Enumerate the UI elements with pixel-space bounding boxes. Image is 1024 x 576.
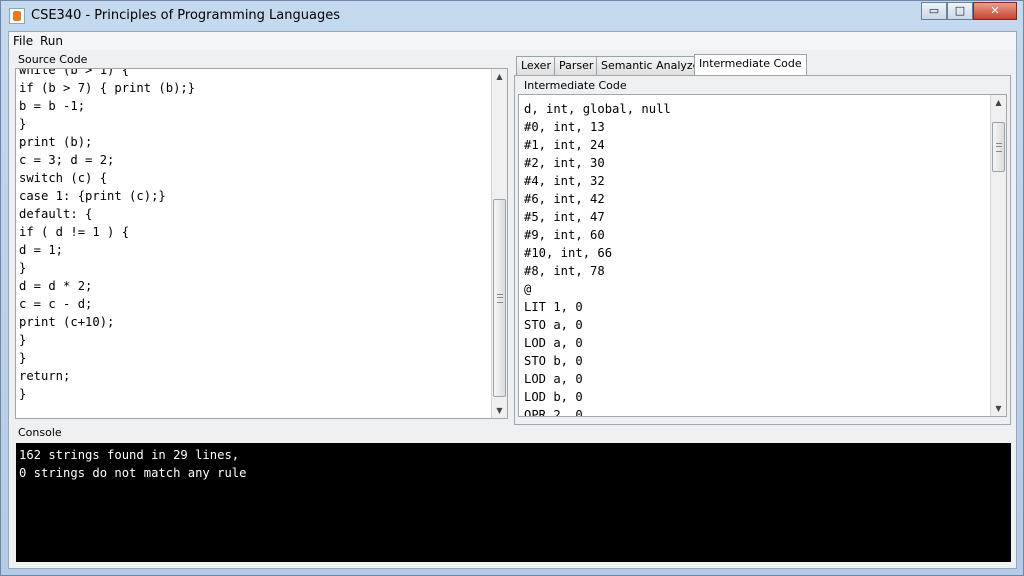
scroll-up-icon[interactable]: ▲ <box>991 95 1006 110</box>
close-icon[interactable]: ✕ <box>973 2 1017 20</box>
menu-bar: File Run <box>9 32 1016 50</box>
code-line: STO a, 0 <box>524 318 583 332</box>
source-scrollbar[interactable]: ▲ ▼ <box>491 69 507 418</box>
code-line: c = c - d; <box>19 297 93 311</box>
code-line: d = 1; <box>19 243 64 257</box>
code-line: return; <box>19 369 71 383</box>
maximize-icon[interactable]: □ <box>947 2 973 20</box>
tab-intermediate-code[interactable]: Intermediate Code <box>694 54 807 75</box>
title-bar[interactable]: CSE340 - Principles of Programming Langu… <box>1 1 1023 31</box>
scroll-down-icon[interactable]: ▼ <box>991 401 1006 416</box>
intermediate-scrollbar[interactable]: ▲ ▼ <box>990 95 1006 416</box>
code-line: LOD a, 0 <box>524 372 583 386</box>
code-line: } <box>19 333 27 347</box>
code-line: LOD b, 0 <box>524 390 583 404</box>
code-line: } <box>19 351 27 365</box>
code-line: @ <box>524 282 532 296</box>
code-line: d = d * 2; <box>19 279 93 293</box>
menu-file[interactable]: File <box>13 34 33 48</box>
tab-strip: Lexer Parser Semantic Analyzer Intermedi… <box>515 54 1011 76</box>
scroll-down-icon[interactable]: ▼ <box>492 403 507 418</box>
code-line: if (b > 7) { print (b);} <box>19 81 196 95</box>
code-line: OPR 2, 0 <box>524 408 583 417</box>
code-line: case 1: {print (c);} <box>19 189 166 203</box>
code-line: #10, int, 66 <box>524 246 613 260</box>
intermediate-code-view[interactable]: d, int, global, null #0, int, 13 #1, int, … <box>518 94 1007 417</box>
scroll-thumb[interactable] <box>992 122 1005 172</box>
code-line: 162 strings found in 29 lines, <box>19 448 240 462</box>
code-line: switch (c) { <box>19 171 108 185</box>
code-line: STO b, 0 <box>524 354 583 368</box>
client-area: File Run Source Code while (b > 1) { if (… <box>8 31 1017 569</box>
code-line: while (b > 1) { <box>19 68 130 77</box>
code-line: #4, int, 32 <box>524 174 605 188</box>
tab-content: Intermediate Code d, int, global, null #0… <box>514 75 1011 425</box>
code-line: #6, int, 42 <box>524 192 605 206</box>
window-title: CSE340 - Principles of Programming Langu… <box>31 8 340 23</box>
minimize-icon[interactable]: ▭ <box>921 2 947 20</box>
app-window: CSE340 - Principles of Programming Langu… <box>0 0 1024 576</box>
scroll-thumb[interactable] <box>493 199 506 397</box>
code-line: default: { <box>19 207 93 221</box>
scroll-up-icon[interactable]: ▲ <box>492 69 507 84</box>
tab-parser[interactable]: Parser <box>554 56 599 75</box>
code-line: if ( d != 1 ) { <box>19 225 130 239</box>
console-label: Console <box>18 426 62 439</box>
code-line: } <box>19 387 27 401</box>
code-line: LOD a, 0 <box>524 336 583 350</box>
code-line: #1, int, 24 <box>524 138 605 152</box>
code-line: c = 3; d = 2; <box>19 153 115 167</box>
menu-run[interactable]: Run <box>40 34 63 48</box>
code-line: LIT 1, 0 <box>524 300 583 314</box>
code-line: d, int, global, null <box>524 102 671 116</box>
window-controls: ▭ □ ✕ <box>921 2 1017 22</box>
code-line: 0 strings do not match any rule <box>19 466 247 480</box>
tab-semantic-analyzer[interactable]: Semantic Analyzer <box>596 56 709 75</box>
code-line: b = b -1; <box>19 99 86 113</box>
code-line: #8, int, 78 <box>524 264 605 278</box>
code-line: print (b); <box>19 135 93 149</box>
source-code-text[interactable]: while (b > 1) { if (b > 7) { print (b);} b… <box>19 68 196 403</box>
code-line: #2, int, 30 <box>524 156 605 170</box>
code-line: #0, int, 13 <box>524 120 605 134</box>
source-code-editor[interactable]: while (b > 1) { if (b > 7) { print (b);} b… <box>15 68 508 419</box>
code-line: } <box>19 117 27 131</box>
java-app-icon <box>9 8 25 24</box>
source-code-label: Source Code <box>18 53 88 66</box>
code-line: #5, int, 47 <box>524 210 605 224</box>
console-output[interactable]: 162 strings found in 29 lines, 0 strings … <box>16 443 1011 562</box>
intermediate-code-label: Intermediate Code <box>524 79 627 92</box>
code-line: print (c+10); <box>19 315 115 329</box>
tab-lexer[interactable]: Lexer <box>516 56 556 75</box>
intermediate-code-text[interactable]: d, int, global, null #0, int, 13 #1, int, … <box>524 100 671 417</box>
code-line: #9, int, 60 <box>524 228 605 242</box>
code-line: } <box>19 261 27 275</box>
